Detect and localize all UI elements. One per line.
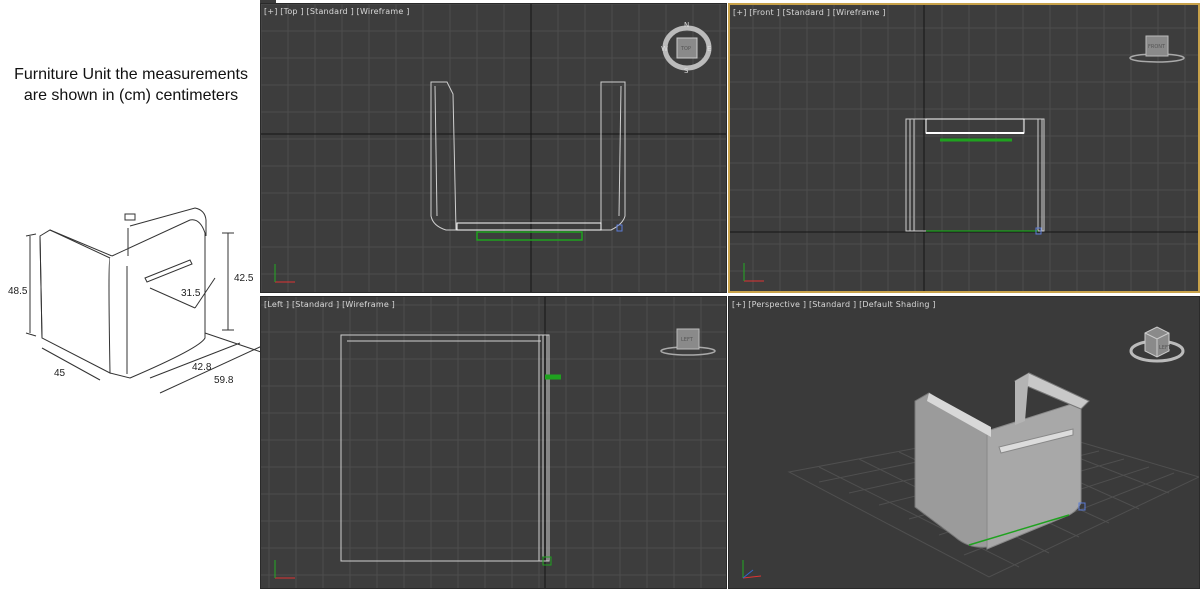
dim-depth-inner: 42.8 (192, 362, 212, 373)
viewcube-face: LEFT (681, 337, 694, 343)
viewcube-face: LEFT (1159, 345, 1172, 351)
dim-height-side: 42.5 (234, 273, 254, 284)
compass-west: W (661, 45, 668, 53)
viewcube-perspective[interactable]: LEFT (1129, 319, 1185, 367)
reference-caption: Furniture Unit the measurements are show… (0, 64, 262, 106)
viewcube-left[interactable]: LEFT (659, 327, 717, 359)
viewport-left[interactable]: LEFT [Left ] [Standard ] [Wireframe ] (260, 296, 727, 589)
viewport-perspective[interactable]: LEFT [+] [Perspective ] [Standard ] [Def… (728, 296, 1200, 589)
viewcube-face: TOP (680, 46, 691, 52)
dimension-drawing: 48.5 42.5 31.5 45 42.8 59.8 (0, 148, 276, 441)
dim-width: 45 (54, 368, 66, 379)
compass-east: E (707, 45, 711, 53)
dim-inner-width: 31.5 (181, 288, 201, 299)
viewcube-compass[interactable]: TOP N E S W (661, 18, 713, 76)
viewport-label[interactable]: [+] [Top ] [Standard ] [Wireframe ] (264, 7, 410, 16)
viewport-label[interactable]: [+] [Perspective ] [Standard ] [Default … (732, 300, 936, 309)
cabinet-line-drawing: 48.5 42.5 31.5 45 42.8 59.8 (8, 207, 265, 394)
viewport-label[interactable]: [Left ] [Standard ] [Wireframe ] (264, 300, 395, 309)
viewcube-face: FRONT (1148, 44, 1166, 50)
viewport-top[interactable]: TOP N E S W [+] [Top ] [Standard ] [Wire… (260, 3, 727, 293)
top-wireframe (261, 4, 726, 292)
caption-line-1: Furniture Unit the measurements (14, 66, 248, 83)
compass-north: N (684, 21, 689, 29)
left-wireframe (340, 297, 561, 588)
caption-line-2: are shown in (cm) centimeters (23, 87, 239, 104)
compass-south: S (684, 67, 689, 75)
axis-gizmo (743, 263, 764, 282)
axis-gizmo (742, 560, 762, 579)
dim-depth-total: 59.8 (214, 375, 234, 386)
axis-gizmo (274, 264, 295, 283)
viewport-front[interactable]: FRONT [+] [Front ] [Standard ] [Wirefram… (728, 3, 1200, 293)
axis-gizmo (274, 560, 295, 579)
viewcube-front[interactable]: FRONT (1128, 33, 1186, 65)
viewport-label[interactable]: [+] [Front ] [Standard ] [Wireframe ] (733, 8, 886, 17)
dim-height-front: 48.5 (8, 286, 28, 297)
